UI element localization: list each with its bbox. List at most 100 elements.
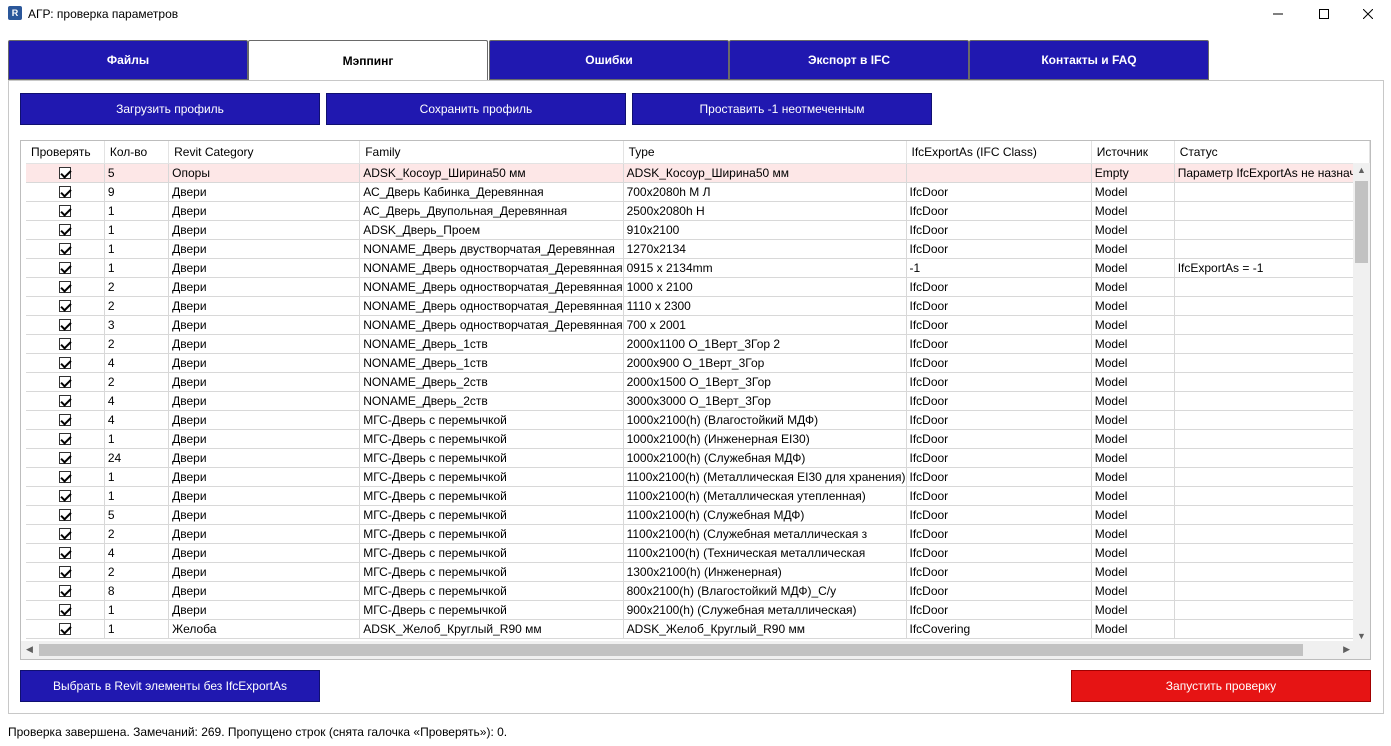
cell-count[interactable]: 2 [104,334,170,354]
cell-family[interactable]: АС_Дверь Кабинка_Деревянная [359,182,624,202]
set-minus-one-button[interactable]: Проставить -1 неотмеченным [632,93,932,125]
cell-type[interactable]: 1000x2100(h) (Служебная МДФ) [623,448,907,468]
horizontal-scroll-thumb[interactable] [39,644,1303,656]
col-header-source[interactable]: Источник [1091,141,1175,164]
cell-source[interactable]: Empty [1091,163,1175,183]
check-checkbox[interactable] [58,338,71,351]
cell-source[interactable]: Model [1091,391,1175,411]
cell-count[interactable]: 1 [104,600,170,620]
table-row[interactable]: 3 Двери NONAME_Дверь одностворчатая_Деревя… [26,315,1370,335]
save-profile-button[interactable]: Сохранить профиль [326,93,626,125]
cell-count[interactable]: 2 [104,372,170,392]
cell-count[interactable]: 4 [104,543,170,563]
check-checkbox[interactable] [58,186,71,199]
cell-source[interactable]: Model [1091,600,1175,620]
cell-category[interactable]: Двери [168,448,361,468]
cell-category[interactable]: Двери [168,391,361,411]
vertical-scroll-thumb[interactable] [1355,181,1368,263]
cell-count[interactable]: 1 [104,201,170,221]
cell-category[interactable]: Двери [168,277,361,297]
cell-category[interactable]: Двери [168,296,361,316]
col-header-category[interactable]: Revit Category [168,141,361,164]
col-header-ifc-class[interactable]: IfcExportAs (IFC Class) [906,141,1092,164]
col-header-type[interactable]: Type [623,141,907,164]
cell-ifc-class[interactable]: IfcDoor [906,315,1092,335]
cell-category[interactable]: Двери [168,581,361,601]
check-checkbox[interactable] [58,262,71,275]
cell-type[interactable]: 3000x3000 О_1Верт_3Гор [623,391,907,411]
cell-status[interactable] [1174,201,1370,221]
cell-ifc-class[interactable]: IfcDoor [906,410,1092,430]
cell-count[interactable]: 1 [104,619,170,639]
table-row[interactable]: 1 Двери МГС-Дверь с перемычкой 1100x2100(h)… [26,467,1370,487]
cell-family[interactable]: МГС-Дверь с перемычкой [359,562,624,582]
close-button[interactable] [1345,0,1391,28]
cell-family[interactable]: МГС-Дверь с перемычкой [359,467,624,487]
scroll-up-icon[interactable]: ▲ [1357,165,1366,175]
cell-source[interactable]: Model [1091,562,1175,582]
cell-ifc-class[interactable]: IfcDoor [906,448,1092,468]
cell-category[interactable]: Желоба [168,619,361,639]
check-checkbox[interactable] [58,395,71,408]
check-checkbox[interactable] [58,281,71,294]
cell-category[interactable]: Двери [168,486,361,506]
cell-ifc-class[interactable] [906,163,1092,183]
check-checkbox[interactable] [58,205,71,218]
check-checkbox[interactable] [58,490,71,503]
cell-category[interactable]: Двери [168,505,361,525]
scroll-right-icon[interactable]: ▶ [1343,644,1350,655]
cell-status[interactable] [1174,353,1370,373]
cell-category[interactable]: Двери [168,258,361,278]
cell-type[interactable]: 1100x2100(h) (Служебная металлическая з [623,524,907,544]
cell-family[interactable]: NONAME_Дверь двустворчатая_Деревянная [359,239,624,259]
cell-type[interactable]: 1100x2100(h) (Металлическая EI30 для хра… [623,467,907,487]
cell-source[interactable]: Model [1091,277,1175,297]
check-checkbox[interactable] [58,566,71,579]
cell-status[interactable] [1174,486,1370,506]
cell-status[interactable]: Параметр IfcExportAs не назначен [1174,163,1370,183]
cell-family[interactable]: NONAME_Дверь одностворчатая_Деревянная [359,258,624,278]
cell-type[interactable]: 1110 x 2300 [623,296,907,316]
check-checkbox[interactable] [58,433,71,446]
table-row[interactable]: 4 Двери NONAME_Дверь_1ств 2000x900 О_1Верт_… [26,353,1370,373]
cell-source[interactable]: Model [1091,448,1175,468]
table-row[interactable]: 1 Двери МГС-Дверь с перемычкой 900x2100(h) … [26,600,1370,620]
cell-family[interactable]: ADSK_Косоур_Ширина50 мм [359,163,624,183]
run-check-button[interactable]: Запустить проверку [1071,670,1371,702]
cell-ifc-class[interactable]: IfcDoor [906,277,1092,297]
cell-ifc-class[interactable]: IfcDoor [906,201,1092,221]
cell-count[interactable]: 24 [104,448,170,468]
cell-type[interactable]: 1000x2100(h) (Влагостойкий МДФ) [623,410,907,430]
cell-source[interactable]: Model [1091,486,1175,506]
cell-count[interactable]: 8 [104,581,170,601]
cell-source[interactable]: Model [1091,220,1175,240]
cell-family[interactable]: NONAME_Дверь одностворчатая_Деревянная [359,277,624,297]
cell-status[interactable] [1174,391,1370,411]
check-checkbox[interactable] [58,357,71,370]
cell-type[interactable]: 1270x2134 [623,239,907,259]
cell-status[interactable] [1174,296,1370,316]
cell-family[interactable]: МГС-Дверь с перемычкой [359,486,624,506]
cell-count[interactable]: 4 [104,410,170,430]
cell-status[interactable] [1174,581,1370,601]
cell-category[interactable]: Двери [168,600,361,620]
cell-source[interactable]: Model [1091,429,1175,449]
check-checkbox[interactable] [58,224,71,237]
cell-source[interactable]: Model [1091,581,1175,601]
table-row[interactable]: 1 Двери АС_Дверь_Двупольная_Деревянная 2500… [26,201,1370,221]
col-header-count[interactable]: Кол-во [104,141,170,164]
cell-family[interactable]: МГС-Дверь с перемычкой [359,448,624,468]
cell-status[interactable]: IfcExportAs = -1 [1174,258,1370,278]
cell-family[interactable]: МГС-Дверь с перемычкой [359,429,624,449]
cell-source[interactable]: Model [1091,467,1175,487]
cell-category[interactable]: Двери [168,543,361,563]
cell-category[interactable]: Опоры [168,163,361,183]
tab-mapping[interactable]: Мэппинг [248,40,488,80]
cell-ifc-class[interactable]: IfcDoor [906,182,1092,202]
cell-source[interactable]: Model [1091,334,1175,354]
table-row[interactable]: 1 Двери NONAME_Дверь двустворчатая_Деревян… [26,239,1370,259]
table-row[interactable]: 5 Опоры ADSK_Косоур_Ширина50 мм ADSK_Косоур… [26,163,1370,183]
tab-files[interactable]: Файлы [8,40,248,80]
cell-count[interactable]: 4 [104,391,170,411]
table-row[interactable]: 1 Двери ADSK_Дверь_Проем 910x2100 IfcDoor Mod… [26,220,1370,240]
